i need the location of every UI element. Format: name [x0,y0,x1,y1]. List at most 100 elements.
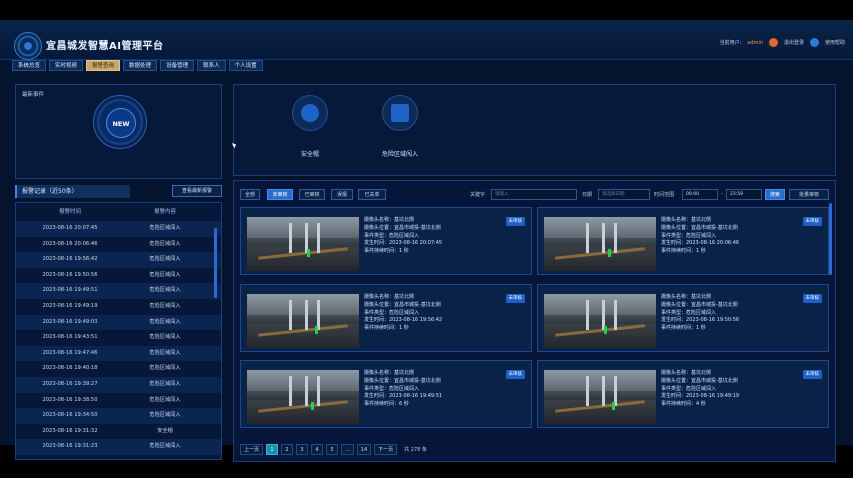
table-row[interactable]: 2023-08-16 20:06:46 危险区域闯入 [16,237,221,253]
nav-tab[interactable]: 报警查询 [86,60,121,71]
page-button[interactable]: 1 [266,443,279,455]
page-button[interactable]: 14 [356,443,372,455]
filter-all-button[interactable]: 全部 [240,189,260,200]
alarm-content-cell: 危险区域闯入 [149,365,181,372]
next-page-button[interactable]: 下一页 [374,443,398,455]
filter-reviewed-button[interactable]: 已审核 [299,189,325,200]
alarm-card[interactable]: 摄像头名称：基坑北侧 摄像头位置：宜昌市城投-基坑北侧 事件类型：危险区域闯入 发生时… [537,284,829,352]
alarm-records-panel: 报警记录（近50条） 查看最新报警 报警时间 报警内容 2023-08-16 2… [15,182,222,460]
filter-false-alarm-button[interactable]: 误报 [331,189,353,200]
table-row[interactable]: 2023-08-16 19:34:50 危险区域闯入 [16,408,221,424]
alarm-type-label: 安全帽 [300,151,319,158]
page-button[interactable]: 3 [296,443,309,455]
alarm-time-cell: 2023-08-16 19:49:19 [42,302,98,309]
keyword-input[interactable]: 请输入 [491,189,577,200]
status-badge[interactable]: 未审核 [505,294,525,303]
alarm-snapshot[interactable] [544,217,656,271]
page-button[interactable]: 4 [311,443,324,455]
alarm-snapshot[interactable] [544,294,656,348]
alarm-snapshot[interactable] [247,294,359,348]
date-input[interactable]: 请选择日期 [598,189,650,200]
nav-tab[interactable]: 设备管理 [160,60,195,71]
nav-tab[interactable]: 系统总览 [12,60,47,71]
alarm-snapshot[interactable] [247,217,359,271]
alarm-location: 摄像头位置：宜昌市城投-基坑北侧 [661,224,738,231]
table-row[interactable]: 2023-08-16 19:31:32 安全帽 [16,424,221,440]
table-row[interactable]: 2023-08-16 19:38:50 危险区域闯入 [16,393,221,409]
alarm-type-helmet[interactable]: 安全帽 [280,95,340,158]
alarm-card[interactable]: 摄像头名称：基坑北侧 摄像头位置：宜昌市城投-基坑北侧 事件类型：危险区域闯入 发生时… [537,360,829,428]
app-screen: 宜昌城发智慧AI管理平台 当前用户: admin 退出登录 使用帮助 系统总览实… [0,20,853,462]
alarm-content-cell: 危险区域闯入 [149,349,181,356]
alarm-time-cell: 2023-08-16 20:06:46 [42,240,98,247]
nav-tab[interactable]: 实时视频 [49,60,84,71]
alarm-content-cell: 危险区域闯入 [149,412,181,419]
alarm-content-cell: 危险区域闯入 [149,256,181,263]
table-row[interactable]: 2023-08-16 19:31:23 危险区域闯入 [16,439,221,455]
alarm-camera: 摄像头名称：基坑北侧 [364,294,415,300]
view-latest-alarm-button[interactable]: 查看最新报警 [172,185,222,197]
pagination: 上一页 1 2 3 4 5... 14 下一页共 278 条 [240,443,427,455]
table-row[interactable]: 2023-08-16 19:47:46 危险区域闯入 [16,345,221,362]
page-button[interactable]: 5 [326,443,339,455]
table-row[interactable]: 2023-08-16 19:50:56 危险区域闯入 [16,268,221,284]
status-badge[interactable]: 未审核 [505,217,525,226]
alarm-card[interactable]: 摄像头名称：基坑北侧 摄像头位置：宜昌市城投-基坑北侧 事件类型：危险区域闯入 发生时… [537,207,829,275]
date-label: 日期 [582,192,593,198]
alarm-content-cell: 安全帽 [157,427,173,434]
alarm-details: 摄像头名称：基坑北侧 摄像头位置：宜昌市城投-基坑北侧 事件类型：危险区域闯入 发生时… [661,294,739,333]
logout-link[interactable]: 退出登录 [784,39,804,46]
alarm-camera: 摄像头名称：基坑北侧 [661,370,712,376]
alarm-camera: 摄像头名称：基坑北侧 [364,217,415,223]
search-button[interactable]: 搜索 [765,189,785,200]
alarm-time-cell: 2023-08-16 20:07:45 [42,225,98,231]
nav-tab[interactable]: 数据处理 [123,60,158,71]
logout-icon[interactable] [768,38,778,47]
batch-review-button[interactable]: 批量审核 [789,189,829,200]
alarm-snapshot[interactable] [247,370,359,424]
page-button[interactable]: 2 [281,443,294,455]
filter-closed-button[interactable]: 已关单 [358,189,386,200]
alarm-list-scrollbar[interactable] [829,203,832,275]
alarm-camera: 摄像头名称：基坑北侧 [661,217,712,223]
nav-tab[interactable]: 联系人 [197,60,226,71]
user-area: 当前用户: admin 退出登录 使用帮助 [720,38,845,47]
help-link[interactable]: 使用帮助 [825,39,845,46]
time-end-input[interactable]: 23:59 [726,189,762,200]
alarm-time-cell: 2023-08-16 19:49:51 [42,287,98,294]
status-badge[interactable]: 未审核 [802,294,822,303]
alarm-card[interactable]: 摄像头名称：基坑北侧 摄像头位置：宜昌市城投-基坑北侧 事件类型：危险区域闯入 发生时… [240,284,532,352]
page-button[interactable]: ... [341,443,354,455]
alarm-time-cell: 2023-08-16 19:47:46 [42,349,98,356]
alarm-card[interactable]: 摄像头名称：基坑北侧 摄像头位置：宜昌市城投-基坑北侧 事件类型：危险区域闯入 发生时… [240,207,532,275]
records-scrollbar[interactable] [214,228,217,298]
alarm-content-cell: 危险区域闯入 [149,225,181,231]
filter-unreviewed-button[interactable]: 未审核 [267,189,293,200]
table-row[interactable]: 2023-08-16 19:40:18 危险区域闯入 [16,361,221,377]
alarm-time-cell: 2023-08-16 19:31:23 [42,443,98,450]
alarm-card[interactable]: 摄像头名称：基坑北侧 摄像头位置：宜昌市城投-基坑北侧 事件类型：危险区域闯入 发生时… [240,360,532,428]
alarm-details: 摄像头名称：基坑北侧 摄像头位置：宜昌市城投-基坑北侧 事件类型：危险区域闯入 发生时… [364,217,442,256]
status-badge[interactable]: 未审核 [802,370,822,379]
time-start-input[interactable]: 00:00 [682,189,718,200]
help-icon[interactable] [809,38,819,47]
alarm-type-restricted-zone[interactable]: 危险区域闯入 [370,95,430,158]
alarm-duration: 事件持续时间：1 秒 [661,248,706,255]
table-row[interactable]: 2023-08-16 19:49:03 危险区域闯入 [16,314,221,331]
table-row[interactable]: 2023-08-16 19:56:42 危险区域闯入 [16,252,221,268]
new-badge-label: NEW [106,108,136,138]
status-badge[interactable]: 未审核 [505,370,525,379]
new-event-badge[interactable]: NEW [93,95,147,149]
alarm-content-cell: 危险区域闯入 [149,443,181,450]
nav-tab[interactable]: 个人设置 [228,60,263,71]
status-badge[interactable]: 未审核 [802,217,822,226]
table-row[interactable]: 2023-08-16 19:49:51 危险区域闯入 [16,283,221,299]
table-row[interactable]: 2023-08-16 19:43:51 危险区域闯入 [16,330,221,346]
table-row[interactable]: 2023-08-16 19:39:27 危险区域闯入 [16,376,221,393]
alarm-content-cell: 危险区域闯入 [149,287,181,294]
filter-bar: 全部 未审核 已审核 误报 已关单 关键字 请输入 日期 请选择日期 时间范围 … [240,189,840,201]
table-row[interactable]: 2023-08-16 20:07:45 危险区域闯入 [16,221,221,237]
table-row[interactable]: 2023-08-16 19:49:19 危险区域闯入 [16,299,221,315]
prev-page-button[interactable]: 上一页 [240,443,264,455]
alarm-snapshot[interactable] [544,370,656,424]
